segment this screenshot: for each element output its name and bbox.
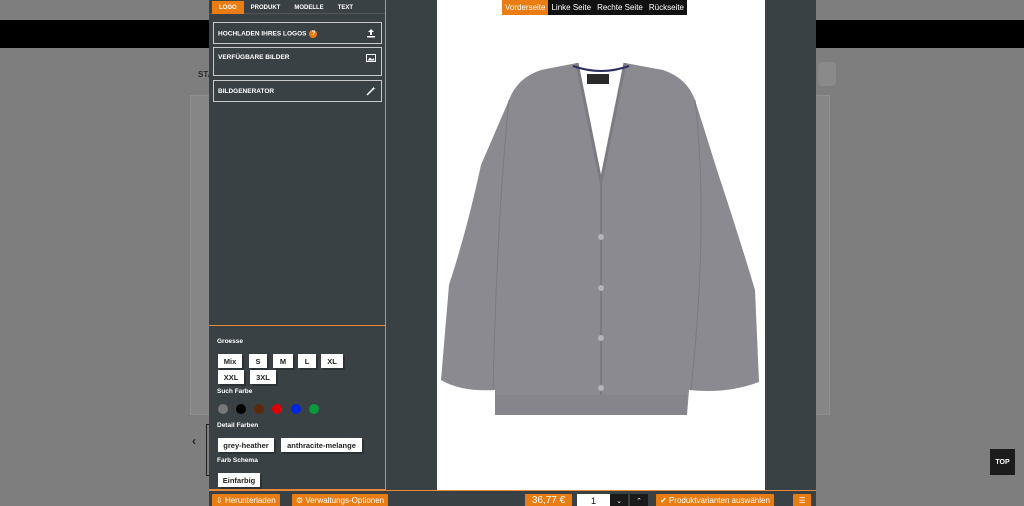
color-swatch-black[interactable] (236, 404, 246, 414)
available-images-button[interactable]: VERFÜGBARE BILDER (213, 47, 382, 76)
detail-color-grey-heather[interactable]: grey-heather (218, 438, 274, 452)
download-label: Herunterladen (224, 496, 276, 505)
color-swatch-green[interactable] (309, 404, 319, 414)
available-images-label: VERFÜGBARE BILDER (218, 54, 290, 61)
upload-logo-text: HOCHLADEN IHRES LOGOS (218, 30, 307, 38)
upload-icon (367, 29, 375, 38)
detail-color-anthracite-melange[interactable]: anthracite-melange (281, 438, 362, 452)
color-title: Such Farbe (217, 388, 253, 395)
quantity-input[interactable]: 1 (577, 494, 610, 506)
upload-logo-label: HOCHLADEN IHRES LOGOS? (218, 30, 318, 38)
color-swatch-red[interactable] (272, 404, 282, 414)
admin-options-button[interactable]: ⚙ Verwaltungs-Optionen (292, 494, 389, 506)
menu-button[interactable]: ☰ (793, 494, 811, 506)
download-button[interactable]: ⇩ Herunterladen (212, 494, 280, 506)
color-scheme-title: Farb Schema (217, 457, 258, 464)
gear-icon: ⚙ (296, 496, 306, 505)
color-scheme-einfarbig[interactable]: Einfarbig (218, 473, 260, 487)
image-generator-button[interactable]: BILDGENERATOR (213, 80, 382, 102)
color-swatch-blue[interactable] (291, 404, 301, 414)
size-xl[interactable]: XL (321, 354, 343, 368)
size-s[interactable]: S (249, 354, 267, 368)
cardigan-image (441, 62, 759, 415)
scroll-top-button[interactable]: TOP (990, 449, 1015, 475)
designer-modal: LOGO PRODUKT MODELLE TEXT HOCHLADEN IHRE… (209, 0, 816, 506)
tool-panel: LOGO PRODUKT MODELLE TEXT HOCHLADEN IHRE… (209, 0, 386, 490)
size-xxl[interactable]: XXL (218, 370, 244, 384)
size-m[interactable]: M (273, 354, 293, 368)
color-swatch-grey[interactable] (218, 404, 228, 414)
view-tabs: Vorderseite Linke Seite Rechte Seite Rüc… (502, 0, 687, 15)
help-icon[interactable]: ? (309, 30, 318, 38)
view-right-tab[interactable]: Rechte Seite (594, 0, 646, 15)
size-title: Groesse (217, 338, 244, 345)
color-swatch-brown[interactable] (254, 404, 264, 414)
tab-text[interactable]: TEXT (331, 1, 360, 14)
product-variants-button[interactable]: ✔ Produktvarianten auswählen (656, 494, 774, 506)
chevron-up-icon[interactable]: ⌃ (630, 494, 648, 506)
tab-produkt[interactable]: PRODUKT (244, 1, 288, 14)
size-mix[interactable]: Mix (218, 354, 242, 368)
admin-options-label: Verwaltungs-Optionen (305, 496, 385, 505)
view-back-tab[interactable]: Rückseite (646, 0, 687, 15)
tab-logo[interactable]: LOGO (212, 1, 244, 14)
check-circle-icon: ✔ (660, 496, 669, 505)
image-generator-label: BILDGENERATOR (218, 88, 275, 95)
background-shape (818, 62, 836, 86)
product-variants-label: Produktvarianten auswählen (668, 496, 770, 505)
download-icon: ⇩ (216, 496, 225, 505)
tool-tabs: LOGO PRODUKT MODELLE TEXT (209, 0, 385, 14)
menu-icon: ☰ (798, 496, 806, 505)
view-left-tab[interactable]: Linke Seite (548, 0, 594, 15)
chevron-down-icon[interactable]: ⌄ (610, 494, 628, 506)
bottom-toolbar: ⇩ Herunterladen ⚙ Verwaltungs-Optionen 3… (209, 490, 816, 506)
detail-colors-title: Detail Farben (217, 422, 259, 429)
image-icon (366, 54, 376, 62)
tab-modelle[interactable]: MODELLE (287, 1, 330, 14)
size-3xl[interactable]: 3XL (250, 370, 276, 384)
design-canvas[interactable] (437, 0, 765, 490)
chevron-left-icon[interactable]: ‹ (192, 434, 196, 448)
size-l[interactable]: L (298, 354, 316, 368)
upload-logo-button[interactable]: HOCHLADEN IHRES LOGOS? (213, 22, 382, 44)
price-badge: 36,77 € (525, 494, 572, 506)
view-front-tab[interactable]: Vorderseite (502, 0, 549, 15)
product-options: Groesse Mix S M L XL XXL 3XL Such Farbe … (209, 325, 385, 490)
magic-wand-icon (366, 86, 376, 96)
